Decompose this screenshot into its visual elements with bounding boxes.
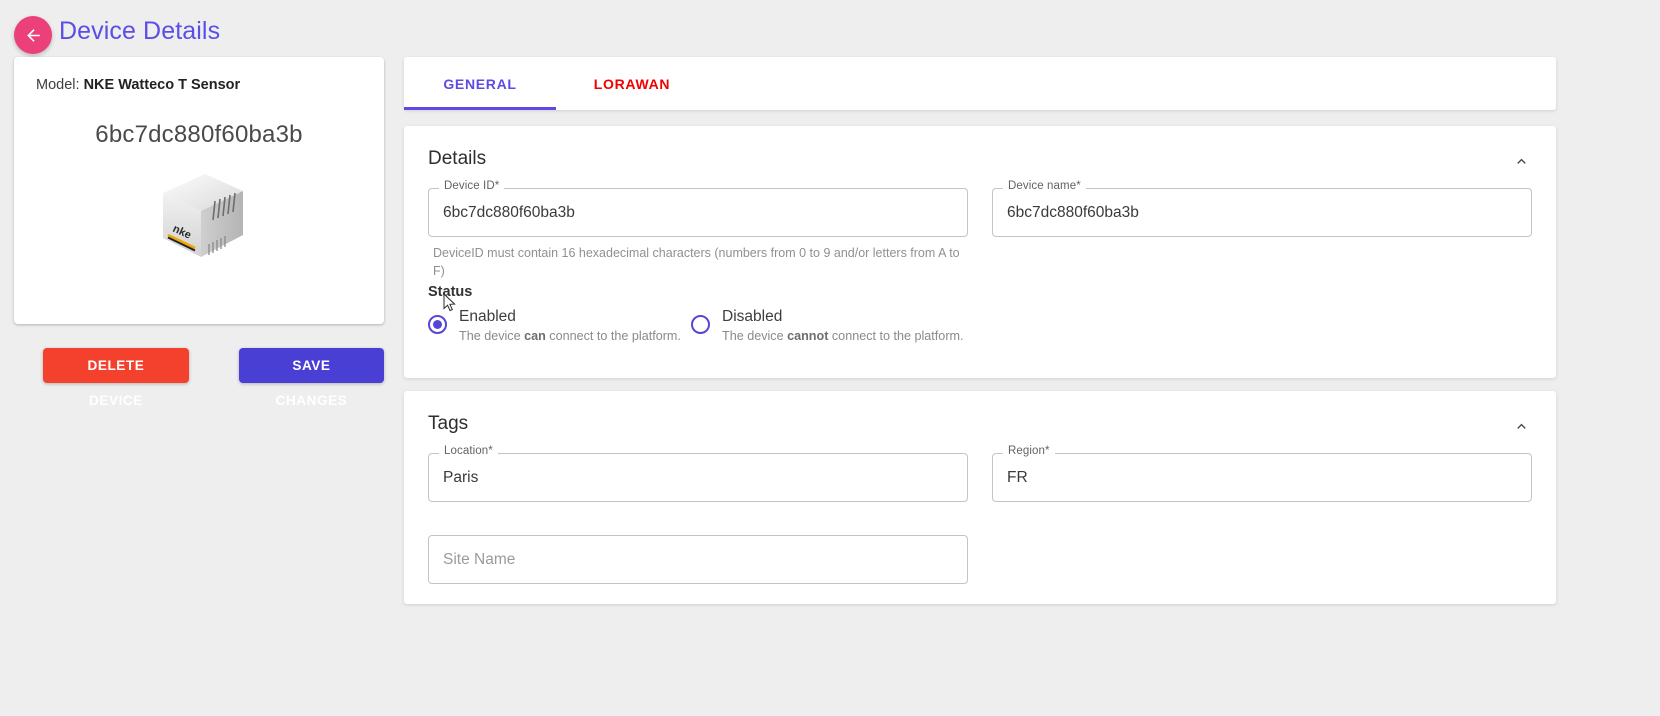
status-disabled-desc-after: connect to the platform. bbox=[828, 329, 964, 344]
location-field: Paris Location* bbox=[428, 445, 968, 502]
device-model-name: NKE Watteco T Sensor bbox=[83, 77, 241, 93]
device-name-value: 6bc7dc880f60ba3b bbox=[1007, 203, 1139, 221]
tags-panel-title: Tags bbox=[428, 413, 469, 434]
device-name-field: 6bc7dc880f60ba3b Device name* bbox=[992, 180, 1532, 237]
region-label: Region* bbox=[1003, 445, 1055, 457]
device-model-line: Model: NKE Watteco T Sensor bbox=[36, 77, 362, 93]
location-label: Location* bbox=[439, 445, 498, 457]
status-disabled-desc: The device cannot connect to the platfor… bbox=[722, 329, 964, 343]
status-label: Status bbox=[428, 284, 473, 301]
tab-general[interactable]: GENERAL bbox=[404, 57, 556, 110]
device-details-page: Device Details Model: NKE Watteco T Sens… bbox=[0, 0, 1660, 716]
status-enabled-desc-before: The device bbox=[459, 329, 525, 344]
status-enabled-desc-after: connect to the platform. bbox=[545, 329, 681, 344]
mouse-cursor bbox=[443, 292, 457, 318]
device-id-input[interactable]: 6bc7dc880f60ba3b bbox=[428, 188, 968, 237]
status-disabled-desc-bold: cannot bbox=[787, 329, 829, 344]
device-form-column: GENERAL LORAWAN Details 6bc7dc880f60ba3b… bbox=[404, 57, 1556, 604]
tags-fields-row: Paris Location* FR Region* bbox=[404, 445, 1556, 502]
device-name-label: Device name* bbox=[1003, 180, 1086, 192]
radio-enabled-icon[interactable] bbox=[428, 315, 447, 335]
chevron-up-icon[interactable] bbox=[1510, 150, 1532, 172]
region-field: FR Region* bbox=[992, 445, 1532, 502]
device-uid: 6bc7dc880f60ba3b bbox=[95, 121, 303, 148]
site-name-input[interactable]: Site Name bbox=[428, 535, 968, 584]
page-header: Device Details bbox=[0, 0, 1660, 62]
device-id-helper-text: DeviceID must contain 16 hexadecimal cha… bbox=[433, 246, 960, 279]
device-actions: DELETE DEVICE SAVE CHANGES bbox=[14, 348, 384, 408]
tags-second-row: Site Name bbox=[404, 535, 1556, 584]
details-fields-row: 6bc7dc880f60ba3b Device ID* 6bc7dc880f60… bbox=[404, 180, 1556, 237]
tab-lorawan[interactable]: LORAWAN bbox=[556, 57, 708, 110]
radio-disabled-icon[interactable] bbox=[691, 315, 710, 335]
page-title: Device Details bbox=[59, 17, 221, 45]
site-name-placeholder: Site Name bbox=[443, 550, 516, 568]
location-input[interactable]: Paris bbox=[428, 453, 968, 502]
status-enabled-desc-bold: can bbox=[524, 329, 546, 344]
tab-bar: GENERAL LORAWAN bbox=[404, 57, 1556, 110]
status-section: Status Enabled The device can connect to… bbox=[404, 284, 1556, 343]
back-button[interactable] bbox=[14, 16, 52, 54]
arrow-left-icon bbox=[24, 26, 43, 45]
location-value: Paris bbox=[443, 468, 479, 486]
chevron-up-icon[interactable] bbox=[1510, 415, 1532, 437]
device-image: nke bbox=[36, 165, 362, 265]
site-name-field: Site Name bbox=[428, 535, 968, 584]
status-disabled-desc-before: The device bbox=[722, 329, 788, 344]
status-enabled-title: Enabled bbox=[459, 308, 516, 326]
save-changes-button[interactable]: SAVE CHANGES bbox=[238, 348, 384, 408]
details-panel: Details 6bc7dc880f60ba3b Device ID* 6bc7… bbox=[404, 126, 1556, 378]
status-enabled-desc: The device can connect to the platform. bbox=[459, 329, 681, 343]
device-name-input[interactable]: 6bc7dc880f60ba3b bbox=[992, 188, 1532, 237]
tags-empty-slot bbox=[992, 535, 1532, 584]
status-radio-group: Enabled The device can connect to the pl… bbox=[428, 307, 1532, 343]
radio-enabled-dot bbox=[433, 320, 442, 330]
device-model-prefix: Model: bbox=[36, 77, 80, 93]
device-card: Model: NKE Watteco T Sensor 6bc7dc880f60… bbox=[14, 57, 384, 324]
status-option-enabled[interactable]: Enabled The device can connect to the pl… bbox=[428, 307, 691, 343]
region-value: FR bbox=[1007, 468, 1028, 486]
device-id-value: 6bc7dc880f60ba3b bbox=[443, 203, 575, 221]
device-id-label: Device ID* bbox=[439, 180, 505, 192]
delete-device-button[interactable]: DELETE DEVICE bbox=[43, 348, 189, 408]
details-panel-title: Details bbox=[428, 148, 487, 169]
tags-panel: Tags Paris Location* FR Region* Site Nam… bbox=[404, 391, 1556, 604]
region-input[interactable]: FR bbox=[992, 453, 1532, 502]
device-summary-column: Model: NKE Watteco T Sensor 6bc7dc880f60… bbox=[14, 57, 384, 408]
status-disabled-title: Disabled bbox=[722, 308, 783, 326]
status-option-disabled[interactable]: Disabled The device cannot connect to th… bbox=[691, 307, 964, 343]
device-id-field: 6bc7dc880f60ba3b Device ID* bbox=[428, 180, 968, 237]
